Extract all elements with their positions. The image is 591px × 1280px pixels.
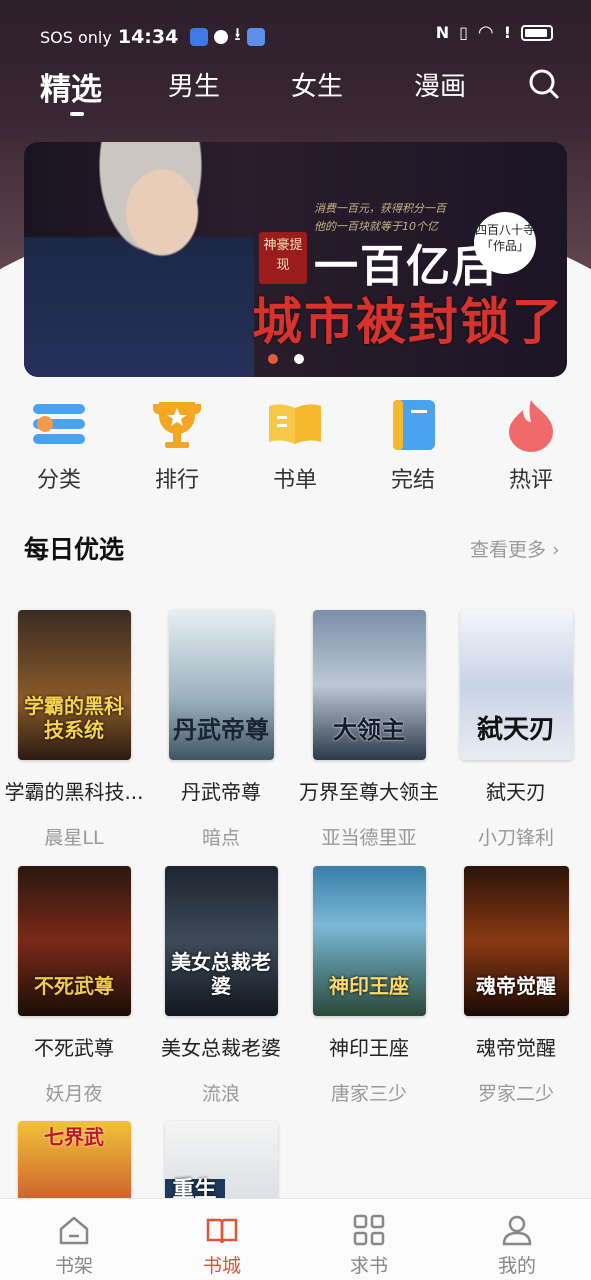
home-icon <box>57 1213 91 1247</box>
book-card[interactable]: 美女总裁老婆 美女总裁老婆 流浪 <box>151 866 291 1106</box>
book-card[interactable]: 魂帝觉醒 魂帝觉醒 罗家二少 <box>446 866 586 1106</box>
tab-indicator <box>70 112 84 116</box>
book-cover: 神印王座 <box>312 866 426 1016</box>
book-card[interactable]: 弑天刃 弑天刃 小刀锋利 <box>446 610 586 850</box>
book-title: 丹武帝尊 <box>181 780 261 804</box>
open-book-icon <box>205 1213 239 1247</box>
book-cover: 丹武帝尊 <box>168 610 274 760</box>
quick-entry-finished[interactable]: 完结 <box>363 392 463 494</box>
user-icon <box>500 1213 534 1247</box>
clock: 14:34 <box>117 26 179 48</box>
app-notification-icon <box>246 28 265 46</box>
promo-banner[interactable]: 消费一百元，获得积分一百 他的一百块就等于10个亿 神豪提现 一百亿后 城市被封… <box>24 142 567 377</box>
quick-entry-booklist[interactable]: 书单 <box>245 392 345 494</box>
book-author: 妖月夜 <box>45 1083 103 1105</box>
category-icon <box>31 396 87 452</box>
vibrate-icon: ▯ <box>459 23 468 42</box>
quick-entry-label: 排行 <box>154 468 199 493</box>
nav-request-book[interactable]: 求书 <box>329 1213 409 1278</box>
quick-entry-ranking[interactable]: 排行 <box>127 392 227 494</box>
book-cover: 大领主 <box>312 610 426 760</box>
quick-entry-hot-reviews[interactable]: 热评 <box>481 392 581 494</box>
pagination-dot[interactable] <box>294 354 304 364</box>
book-cover: 魂帝觉醒 <box>463 866 569 1016</box>
book-title: 弑天刃 <box>486 780 546 804</box>
quick-entry-label: 书单 <box>272 468 317 493</box>
carrier-text: SOS only <box>40 27 112 47</box>
book-card[interactable]: 不死武尊 不死武尊 妖月夜 <box>4 866 144 1106</box>
tab-comics[interactable]: 漫画 <box>414 66 466 103</box>
book-author: 亚当德里亚 <box>321 827 417 849</box>
see-more-link[interactable]: 查看更多 › <box>470 535 560 562</box>
status-bar: SOS only 14:34 ⭳ N ▯ ◠ ! <box>0 0 591 66</box>
nav-bookshelf[interactable]: 书架 <box>34 1213 114 1278</box>
book-title: 魂帝觉醒 <box>476 1036 556 1060</box>
nav-profile[interactable]: 我的 <box>477 1213 557 1278</box>
shield-icon <box>190 28 209 46</box>
download-icon: ⭳ <box>234 24 241 45</box>
pagination-dot-active[interactable] <box>268 354 278 364</box>
banner-character-art <box>24 142 254 377</box>
search-button[interactable] <box>528 68 560 100</box>
book-title: 万界至尊大领主 <box>299 780 439 804</box>
quick-entries: 分类 排行 书单 完结 热评 <box>0 392 591 502</box>
book-title: 美女总裁老婆 <box>161 1036 281 1060</box>
book-cover: 美女总裁老婆 <box>164 866 278 1016</box>
book-author: 晨星LL <box>44 827 104 849</box>
book-author: 唐家三少 <box>330 1083 407 1105</box>
grid-icon <box>352 1213 386 1247</box>
nav-label: 我的 <box>497 1255 536 1277</box>
nav-label: 书城 <box>202 1255 241 1277</box>
book-list-icon <box>267 396 323 452</box>
bottom-nav: 书架 书城 求书 我的 <box>0 1198 591 1280</box>
quick-entry-label: 分类 <box>36 468 81 493</box>
section-title: 每日优选 <box>24 535 125 564</box>
tab-featured[interactable]: 精选 <box>40 64 102 109</box>
book-author: 暗点 <box>201 827 240 849</box>
book-title: 不死武尊 <box>34 1036 114 1060</box>
nav-label: 书架 <box>54 1255 93 1277</box>
book-cover: 弑天刃 <box>459 610 573 760</box>
flame-icon <box>503 396 559 452</box>
tab-female[interactable]: 女生 <box>291 66 343 103</box>
wifi-icon: ◠ <box>477 22 494 43</box>
quick-entry-category[interactable]: 分类 <box>9 392 109 494</box>
search-icon <box>529 69 559 99</box>
nfc-icon: N <box>435 23 450 42</box>
book-author: 小刀锋利 <box>477 827 554 849</box>
quick-entry-label: 热评 <box>508 468 553 493</box>
book-author: 罗家二少 <box>477 1083 554 1105</box>
tab-male[interactable]: 男生 <box>168 66 220 103</box>
quick-entry-label: 完结 <box>390 468 435 493</box>
top-tabs: 精选 男生 女生 漫画 <box>0 60 591 120</box>
book-card[interactable]: 丹武帝尊 丹武帝尊 暗点 <box>151 610 291 850</box>
book-title: 学霸的黑科技... <box>4 780 144 804</box>
banner-tag: 神豪提现 <box>259 232 307 284</box>
book-card[interactable]: 神印王座 神印王座 唐家三少 <box>299 866 439 1106</box>
book-card[interactable]: 大领主 万界至尊大领主 亚当德里亚 <box>299 610 439 850</box>
book-cover: 学霸的黑科技系统 <box>17 610 131 760</box>
finished-book-icon <box>385 396 441 452</box>
book-author: 流浪 <box>201 1083 240 1105</box>
trophy-icon <box>149 396 205 452</box>
book-title: 神印王座 <box>329 1036 409 1060</box>
book-cover: 不死武尊 <box>17 866 131 1016</box>
alert-icon: ! <box>503 23 511 42</box>
banner-title-line2: 城市被封锁了 <box>252 293 564 351</box>
book-card[interactable]: 学霸的黑科技系统 学霸的黑科技... 晨星LL <box>4 610 144 850</box>
battery-icon <box>521 24 553 41</box>
nav-bookstore[interactable]: 书城 <box>182 1213 262 1278</box>
banner-author-stamp: 四百八十寺「作品」 <box>474 212 536 274</box>
banner-pagination <box>268 354 304 364</box>
x-badge-icon <box>214 30 229 44</box>
nav-label: 求书 <box>349 1255 388 1277</box>
